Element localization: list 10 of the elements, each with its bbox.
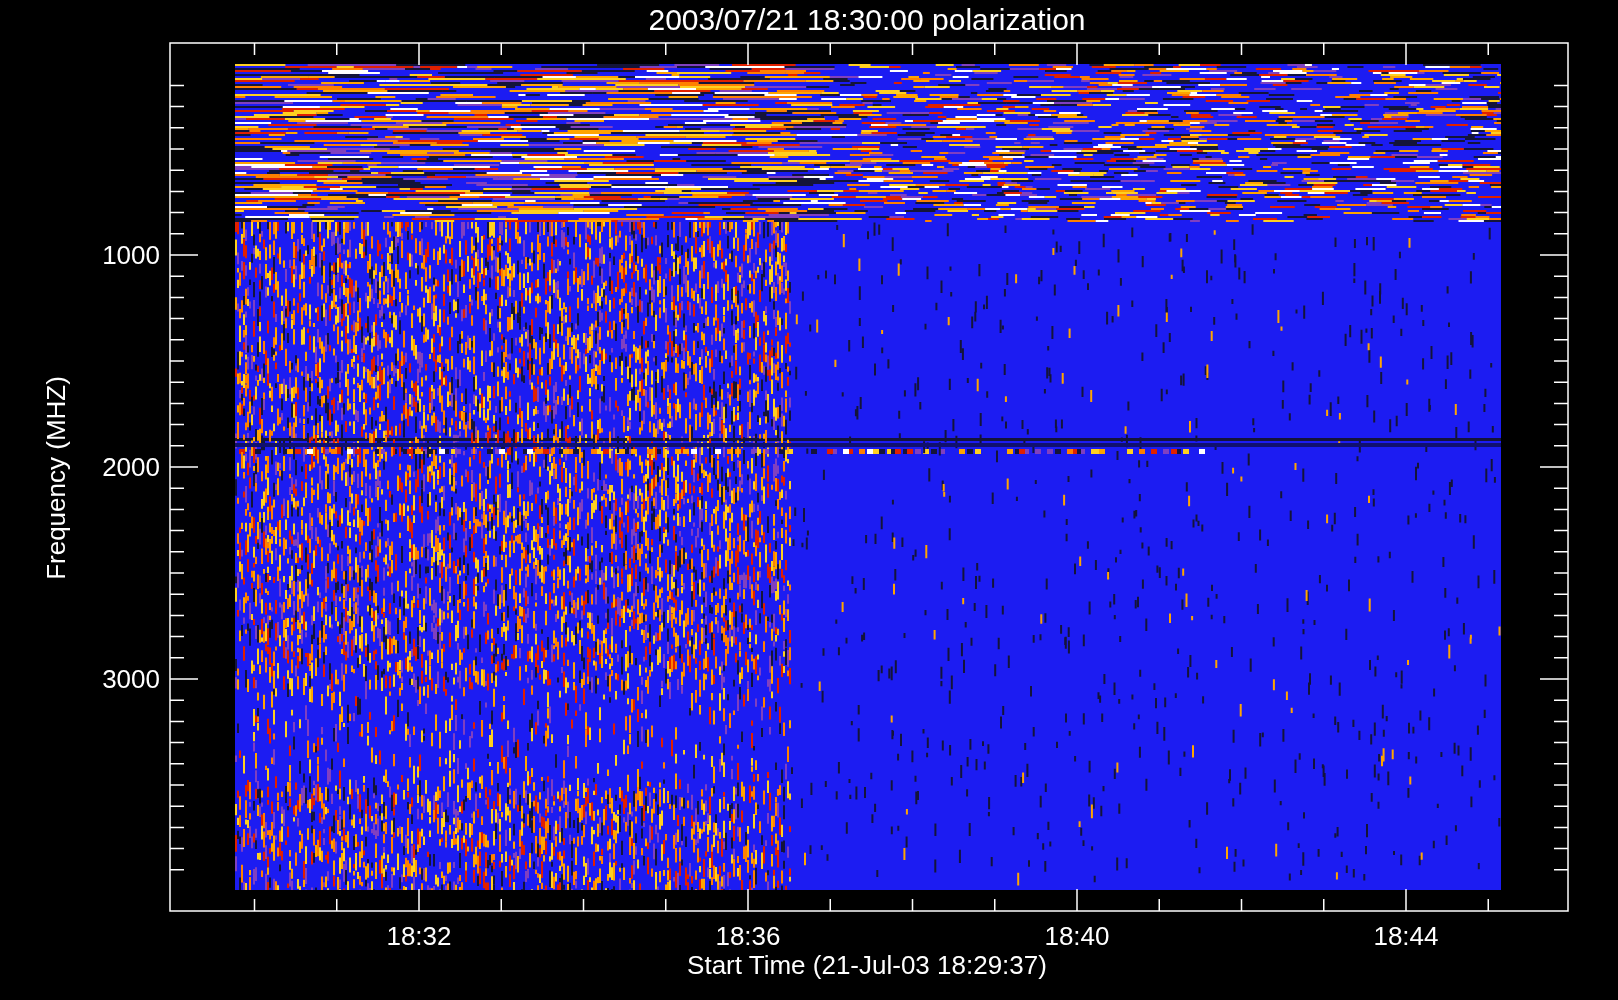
- chart-title: 2003/07/21 18:30:00 polarization: [648, 3, 1086, 36]
- axis-tick-label: 18:44: [1373, 921, 1439, 951]
- axis-tick-label: 18:40: [1044, 921, 1110, 951]
- axis-label: Start Time (21-Jul-03 18:29:37): [687, 950, 1047, 980]
- axis-label: Frequency (MHZ): [41, 376, 71, 580]
- axis-tick-label: 2000: [102, 452, 160, 482]
- axis-tick-label: 18:36: [715, 921, 781, 951]
- axis-tick-label: 18:32: [386, 921, 452, 951]
- axis-tick-label: 3000: [102, 664, 160, 694]
- axis-tick-label: 1000: [102, 240, 160, 270]
